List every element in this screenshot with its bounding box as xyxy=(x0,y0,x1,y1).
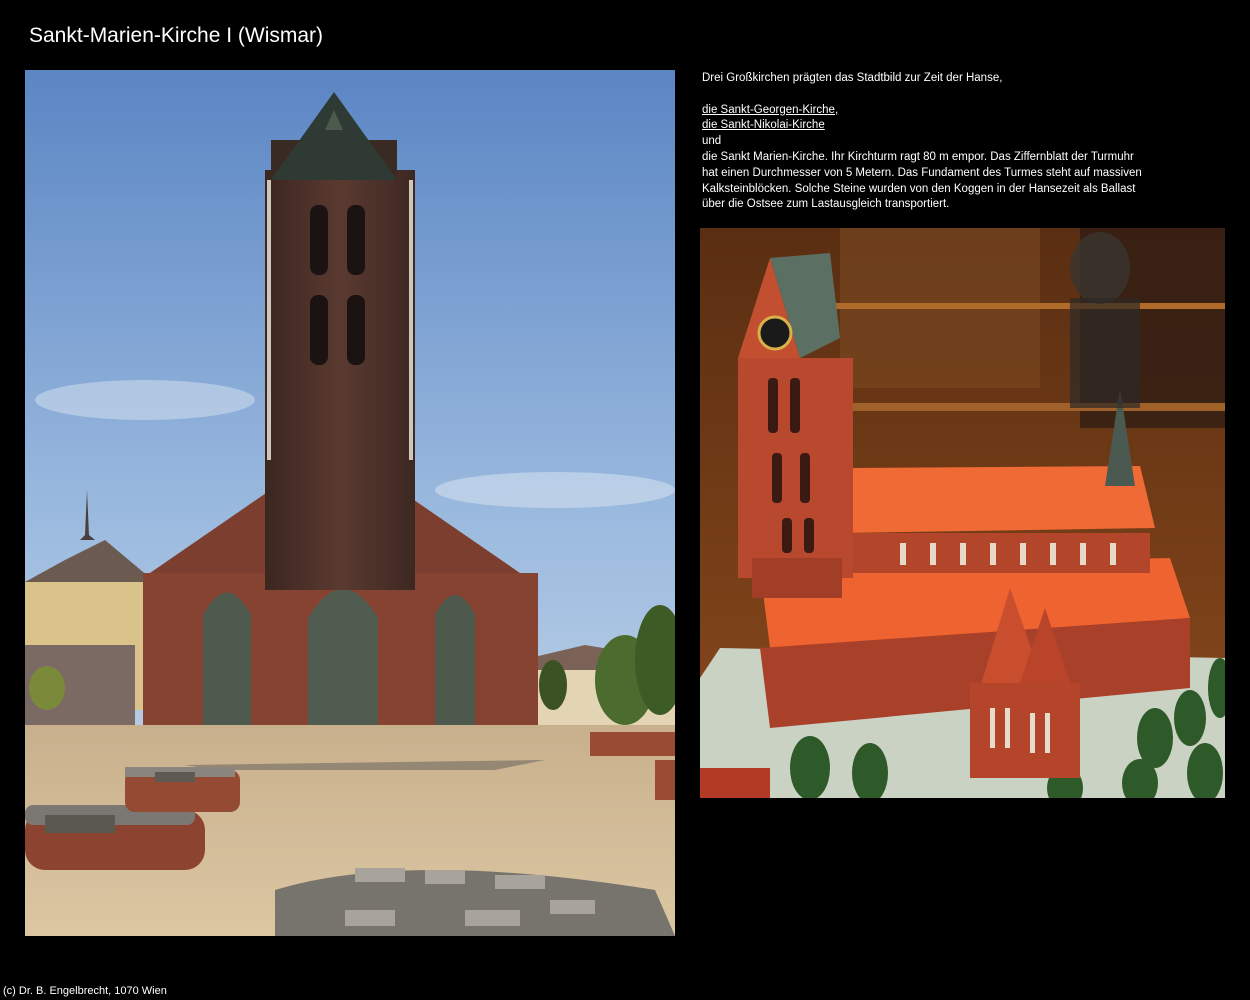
page-title: Sankt-Marien-Kirche I (Wismar) xyxy=(29,24,324,47)
copyright-footer: (c) Dr. B. Engelbrecht, 1070 Wien xyxy=(3,985,167,997)
body-line: über die Ostsee zum Lastausgleich transp… xyxy=(702,198,950,211)
link-sankt-nikolai-kirche[interactable]: die Sankt-Nikolai-Kirche xyxy=(702,119,825,131)
intro-text: Drei Großkirchen prägten das Stadtbild z… xyxy=(702,72,1003,84)
body-line: die Sankt Marien-Kirche. Ihr Kirchturm r… xyxy=(702,150,1134,163)
body-line: Kalksteinblöcken. Solche Steine wurden v… xyxy=(702,182,1136,195)
church-model-photo[interactable] xyxy=(700,228,1225,798)
link-sankt-georgen-kirche[interactable]: die Sankt-Georgen-Kirche, xyxy=(702,104,838,116)
connector-text: und xyxy=(702,135,722,148)
church-exterior-photo[interactable] xyxy=(25,70,675,936)
page: Sankt-Marien-Kirche I (Wismar) Drei Groß… xyxy=(0,0,1250,1000)
body-line: hat einen Durchmesser von 5 Metern. Das … xyxy=(702,166,1142,179)
description-text: Drei Großkirchen prägten das Stadtbild z… xyxy=(702,71,1182,213)
